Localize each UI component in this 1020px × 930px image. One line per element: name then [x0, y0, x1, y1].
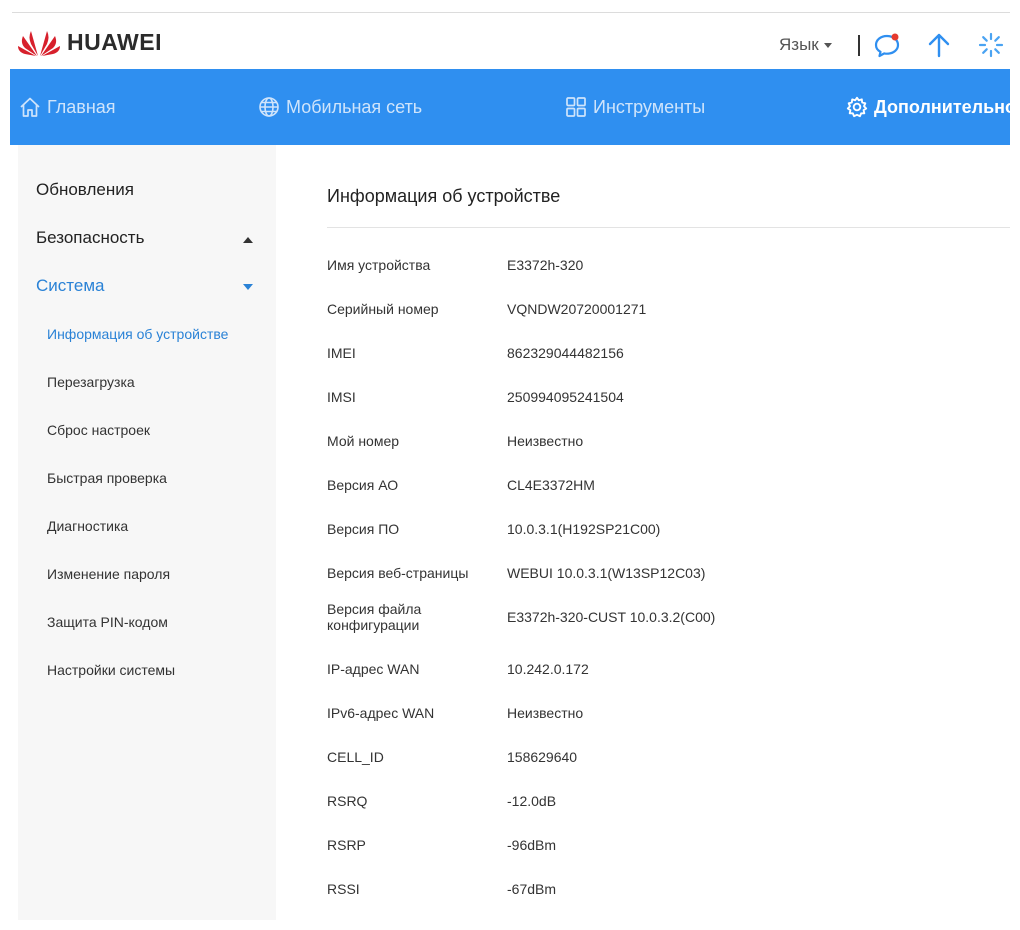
imei-label: IMEI — [327, 345, 356, 361]
my-number-value: Неизвестно — [507, 433, 584, 449]
config-file-version-value: E3372h-320-CUST 10.0.3.2(C00) — [507, 609, 716, 625]
device-name-value: E3372h-320 — [507, 257, 584, 273]
language-selector[interactable]: Язык — [779, 35, 832, 55]
rsrp-value: -96dBm — [507, 837, 557, 853]
device-name-label: Имя устройства — [327, 257, 431, 273]
nav-item-advanced[interactable]: Дополнительно — [846, 69, 1016, 145]
rssi-value: -67dBm — [507, 881, 557, 897]
sidebar-subitem-reset[interactable]: Сброс настроек — [47, 422, 150, 438]
webui-version-label: Версия веб-страницы — [327, 565, 469, 581]
imsi-label: IMSI — [327, 389, 356, 405]
nav-item-mobile-network[interactable]: Мобильная сеть — [258, 69, 422, 145]
sidebar-subitem-system-settings[interactable]: Настройки системы — [47, 662, 175, 678]
nav-item-label: Главная — [47, 96, 116, 117]
brand-name: HUAWEI — [67, 28, 162, 55]
nav-item-label: Мобильная сеть — [286, 96, 423, 117]
serial-number-label: Серийный номер — [327, 301, 439, 317]
home-icon — [20, 97, 40, 117]
gear-icon — [846, 96, 868, 118]
sidebar-subitem-device-info[interactable]: Информация об устройстве — [47, 326, 228, 342]
sidebar-item-system[interactable]: Система — [36, 276, 104, 296]
nav-item-tools[interactable]: Инструменты — [565, 69, 705, 145]
cell-id-value: 158629640 — [507, 749, 578, 765]
imei-value: 862329044482156 — [507, 345, 624, 361]
nav-item-home[interactable]: Главная — [19, 69, 116, 145]
language-label: Язык — [779, 35, 819, 54]
rssi-label: RSSI — [327, 881, 360, 897]
title-divider — [327, 227, 1010, 228]
header-separator — [858, 35, 860, 56]
sidebar-subitem-change-password[interactable]: Изменение пароля — [47, 566, 170, 582]
huawei-logo[interactable]: HUAWEI — [17, 27, 162, 57]
wan-ipv6-label: IPv6-адрес WAN — [327, 705, 435, 721]
software-version-label: Версия ПО — [327, 521, 400, 537]
config-file-version-label: Версия файла конфигурации — [327, 601, 422, 633]
sidebar-subitem-diagnostics[interactable]: Диагностика — [47, 518, 128, 534]
nav-item-label: Дополнительно — [874, 96, 1017, 117]
rsrp-label: RSRP — [327, 837, 366, 853]
webui-version-value: WEBUI 10.0.3.1(W13SP12C03) — [507, 565, 706, 581]
wan-ip-value: 10.242.0.172 — [507, 661, 589, 677]
sidebar-item-updates[interactable]: Обновления — [36, 180, 134, 200]
serial-number-value: VQNDW20720001271 — [507, 301, 647, 317]
rsrq-value: -12.0dB — [507, 793, 557, 809]
huawei-flower-icon — [18, 31, 60, 56]
my-number-label: Мой номер — [327, 433, 400, 449]
sidebar-subitem-quick-check[interactable]: Быстрая проверка — [47, 470, 167, 486]
header: HUAWEI Язык — [0, 13, 1020, 69]
main-nav: Главная Мобильная сеть Инструменты Допол… — [10, 69, 1016, 145]
wan-ipv6-value: Неизвестно — [507, 705, 584, 721]
caret-down-icon[interactable] — [243, 284, 253, 290]
update-arrow-icon[interactable] — [925, 31, 953, 59]
wan-ip-label: IP-адрес WAN — [327, 661, 420, 677]
software-version-value: 10.0.3.1(H192SP21C00) — [507, 521, 661, 537]
sidebar: Обновления Безопасность Система Информац… — [18, 145, 276, 920]
rsrq-label: RSRQ — [327, 793, 368, 809]
cell-id-label: CELL_ID — [327, 749, 384, 765]
caret-up-icon[interactable] — [243, 237, 253, 243]
page-title: Информация об устройстве — [327, 186, 561, 206]
nav-item-label: Инструменты — [593, 96, 706, 117]
hardware-version-value: CL4E3372HM — [507, 477, 595, 493]
message-icon[interactable] — [873, 31, 901, 59]
loading-spinner-icon — [977, 31, 1005, 59]
globe-icon — [259, 97, 279, 117]
hardware-version-label: Версия АО — [327, 477, 399, 493]
sidebar-item-security[interactable]: Безопасность — [36, 228, 144, 248]
sidebar-subitem-pin-protection[interactable]: Защита PIN-кодом — [47, 614, 168, 630]
tools-grid-icon — [566, 97, 586, 117]
sidebar-subitem-reboot[interactable]: Перезагрузка — [47, 374, 135, 390]
imsi-value: 250994095241504 — [507, 389, 624, 405]
caret-down-icon — [823, 43, 832, 49]
